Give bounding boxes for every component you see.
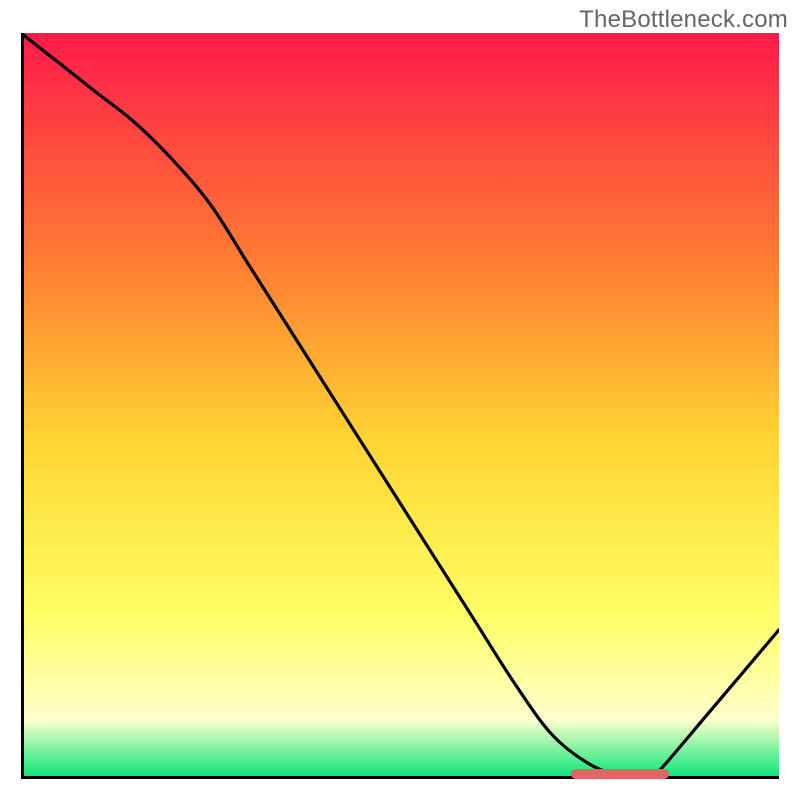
- minimum-highlight-bar: [571, 769, 670, 779]
- chart-svg: [21, 33, 779, 779]
- chart-stage: TheBottleneck.com: [0, 0, 800, 800]
- gradient-background: [21, 33, 779, 779]
- plot-area: [21, 33, 779, 779]
- watermark-text: TheBottleneck.com: [579, 6, 788, 34]
